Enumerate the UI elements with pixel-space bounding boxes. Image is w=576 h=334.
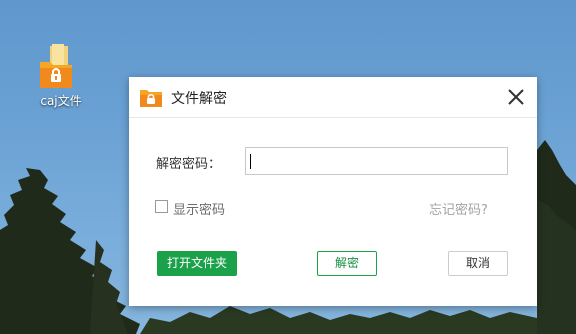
close-icon[interactable]	[505, 86, 527, 108]
checkbox-box[interactable]	[155, 200, 168, 213]
title-divider	[129, 117, 537, 118]
show-password-label: 显示密码	[173, 203, 226, 218]
locked-folder-icon	[140, 90, 162, 107]
locked-folder-icon	[40, 44, 72, 88]
text-caret	[250, 154, 251, 169]
password-label: 解密密码：	[156, 157, 222, 172]
desktop-file-label: caj文件	[40, 94, 82, 108]
forgot-password-link[interactable]: 忘记密码?	[429, 199, 488, 218]
open-folder-button[interactable]: 打开文件夹	[157, 251, 237, 276]
desktop-file-icon[interactable]: caj文件	[30, 40, 92, 112]
dialog-title: 文件解密	[171, 91, 227, 107]
decrypt-dialog: 文件解密 解密密码： 显示密码 忘记密码? 打开文件夹 解密 取消	[129, 77, 537, 306]
decrypt-button[interactable]: 解密	[317, 251, 377, 276]
password-input[interactable]	[245, 147, 508, 175]
dialog-titlebar: 文件解密	[129, 77, 537, 117]
cancel-button[interactable]: 取消	[448, 251, 508, 276]
